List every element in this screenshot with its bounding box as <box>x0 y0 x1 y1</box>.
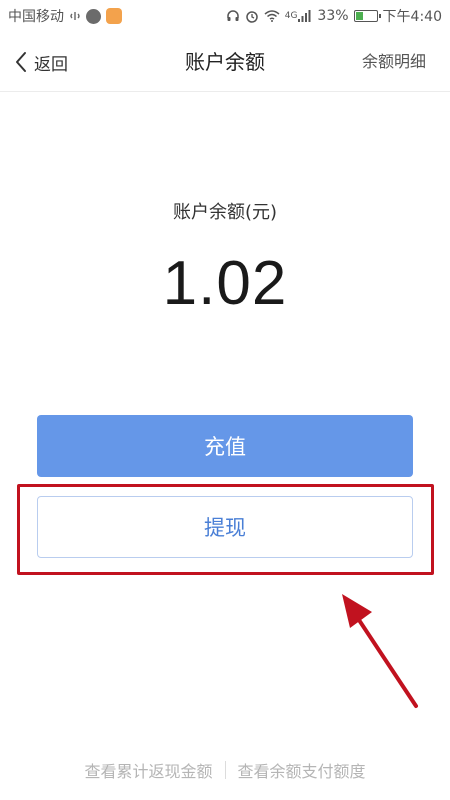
network-type: 4G <box>284 11 298 21</box>
app-notification-icon <box>86 8 101 24</box>
footer-links: 查看累计返现金额 查看余额支付额度 <box>0 758 450 782</box>
clock-time: 下午4:40 <box>382 9 442 25</box>
status-bar-left: 中国移动 <box>8 6 122 26</box>
status-bar-right: 4G 33% 下午4:40 <box>226 6 442 26</box>
chevron-left-icon <box>14 51 28 73</box>
annotation-arrow <box>342 594 418 708</box>
back-button-label: 返回 <box>34 54 68 75</box>
wifi-icon <box>264 10 280 22</box>
headset-icon <box>226 9 240 23</box>
navigation-bar: 返回 账户余额 余额明细 <box>0 32 450 92</box>
app-badge-icon <box>106 8 122 24</box>
cashback-total-link[interactable]: 查看累计返现金额 <box>84 758 212 782</box>
balance-label: 账户余额(元) <box>172 202 278 223</box>
battery-percent: 33% <box>317 8 349 24</box>
balance-detail-link[interactable]: 余额明细 <box>362 32 426 92</box>
payment-limit-link[interactable]: 查看余额支付额度 <box>238 758 366 782</box>
back-button[interactable]: 返回 <box>14 32 68 92</box>
battery-level-fill <box>355 12 363 20</box>
recharge-button[interactable]: 充值 <box>37 415 413 477</box>
footer-divider <box>224 761 226 779</box>
signal-strength-icon <box>298 10 312 22</box>
carrier-name: 中国移动 <box>8 9 64 25</box>
signal-wave-icon <box>69 10 81 22</box>
battery-icon <box>353 10 381 22</box>
balance-amount: 1.02 <box>162 249 288 318</box>
status-bar: 中国移动 4G 33% 下午4:40 <box>0 0 450 32</box>
withdraw-button[interactable]: 提现 <box>37 496 413 558</box>
alarm-icon <box>245 9 259 23</box>
